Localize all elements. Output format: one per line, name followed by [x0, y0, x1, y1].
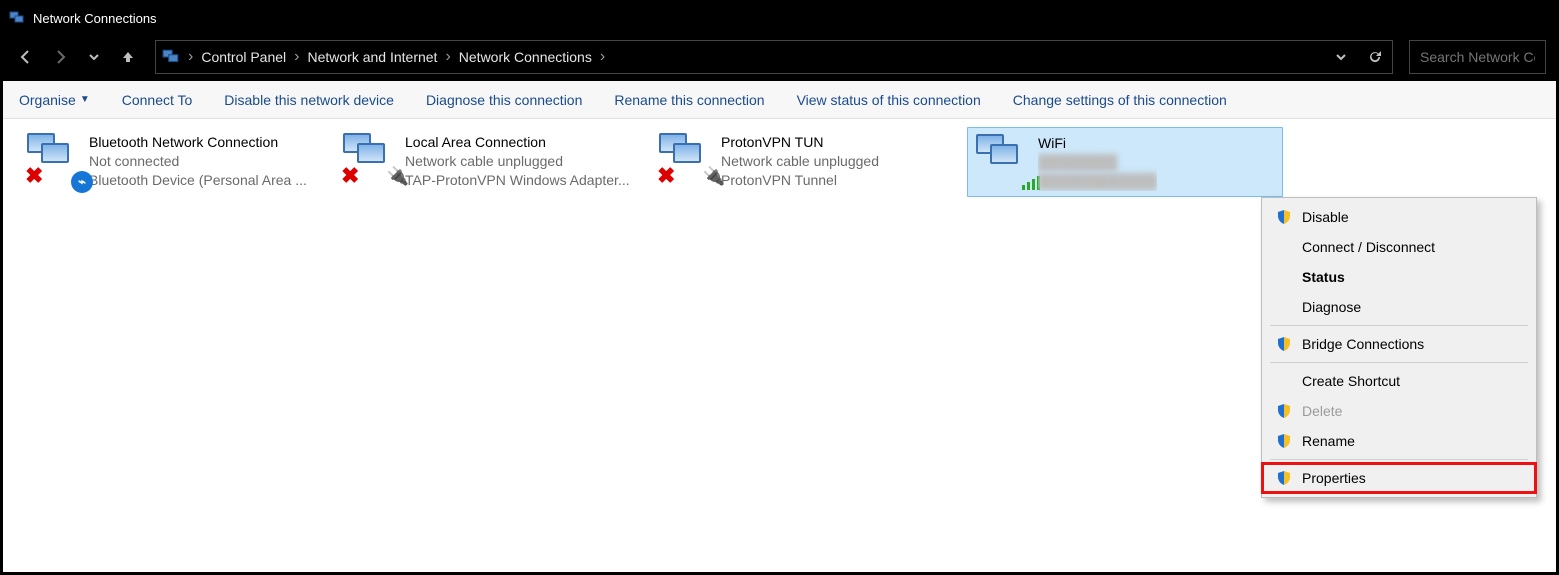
network-icon	[9, 10, 25, 26]
context-menu-separator	[1270, 325, 1528, 326]
navigation-bar: › Control Panel › Network and Internet ›…	[3, 33, 1556, 81]
connection-device: Bluetooth Device (Personal Area ...	[89, 171, 307, 190]
search-box[interactable]	[1409, 40, 1546, 74]
toolbar-disable[interactable]: Disable this network device	[224, 92, 394, 108]
context-menu: Disable Connect / Disconnect Status Diagnos…	[1261, 197, 1537, 498]
location-icon	[156, 48, 186, 66]
refresh-button[interactable]	[1358, 41, 1392, 73]
connection-item[interactable]: ✖ 🔌 ProtonVPN TUN Network cable unplugge…	[651, 127, 967, 197]
chevron-right-icon[interactable]: ›	[186, 48, 195, 66]
connection-status: Not connected	[89, 152, 307, 171]
context-menu-bridge-connections[interactable]: Bridge Connections	[1262, 329, 1536, 359]
caret-down-icon: ▼	[80, 94, 90, 105]
x-icon: ✖	[341, 163, 359, 189]
forward-button[interactable]	[47, 44, 73, 70]
connection-status: Network cable unplugged	[721, 152, 879, 171]
chevron-right-icon[interactable]: ›	[443, 48, 452, 66]
x-icon: ✖	[657, 163, 675, 189]
connection-device: ████████████	[1038, 172, 1157, 191]
context-menu-label: Create Shortcut	[1302, 373, 1400, 389]
chevron-right-icon[interactable]: ›	[598, 48, 607, 66]
context-menu-disable[interactable]: Disable	[1262, 202, 1536, 232]
context-menu-connect-disconnect[interactable]: Connect / Disconnect	[1262, 232, 1536, 262]
context-menu-label: Disable	[1302, 209, 1349, 225]
organise-label: Organise	[19, 92, 76, 108]
context-menu-delete: Delete	[1262, 396, 1536, 426]
history-dropdown[interactable]	[81, 44, 107, 70]
connection-name: Bluetooth Network Connection	[89, 133, 307, 152]
context-menu-label: Diagnose	[1302, 299, 1361, 315]
context-menu-label: Connect / Disconnect	[1302, 239, 1435, 255]
connection-name: ProtonVPN TUN	[721, 133, 879, 152]
context-menu-create-shortcut[interactable]: Create Shortcut	[1262, 366, 1536, 396]
connection-item[interactable]: ✖ ⌁ Bluetooth Network Connection Not con…	[19, 127, 335, 197]
shield-icon	[1276, 470, 1292, 486]
context-menu-separator	[1270, 362, 1528, 363]
connection-icon	[976, 134, 1032, 184]
toolbar-change-settings[interactable]: Change settings of this connection	[1013, 92, 1227, 108]
connection-icon: ✖ 🔌	[659, 133, 715, 183]
connection-status: ████████	[1038, 153, 1157, 172]
address-dropdown[interactable]	[1324, 41, 1358, 73]
shield-icon	[1276, 433, 1292, 449]
toolbar-connect-to[interactable]: Connect To	[122, 92, 193, 108]
context-menu-rename[interactable]: Rename	[1262, 426, 1536, 456]
up-button[interactable]	[115, 44, 141, 70]
x-icon: ✖	[25, 163, 43, 189]
connection-device: ProtonVPN Tunnel	[721, 171, 879, 190]
connection-icon: ✖ 🔌	[343, 133, 399, 183]
plug-icon: 🔌	[703, 166, 725, 187]
window-title: Network Connections	[33, 11, 157, 26]
command-bar: Organise ▼ Connect To Disable this netwo…	[3, 81, 1556, 119]
address-bar[interactable]: › Control Panel › Network and Internet ›…	[155, 40, 1393, 74]
toolbar-rename[interactable]: Rename this connection	[614, 92, 764, 108]
connection-item[interactable]: ✖ 🔌 Local Area Connection Network cable …	[335, 127, 651, 197]
context-menu-separator	[1270, 459, 1528, 460]
context-menu-label: Rename	[1302, 433, 1355, 449]
toolbar-diagnose[interactable]: Diagnose this connection	[426, 92, 582, 108]
bluetooth-icon: ⌁	[71, 171, 93, 193]
organise-menu[interactable]: Organise ▼	[19, 92, 90, 108]
context-menu-label: Properties	[1302, 470, 1366, 486]
connection-device: TAP-ProtonVPN Windows Adapter...	[405, 171, 630, 190]
breadcrumb-item[interactable]: Network and Internet	[301, 49, 443, 65]
connection-status: Network cable unplugged	[405, 152, 630, 171]
back-button[interactable]	[13, 44, 39, 70]
titlebar: Network Connections	[3, 3, 1556, 33]
connection-item-selected[interactable]: WiFi ████████ ████████████	[967, 127, 1283, 197]
plug-icon: 🔌	[387, 166, 409, 187]
context-menu-label: Bridge Connections	[1302, 336, 1424, 352]
shield-icon	[1276, 403, 1292, 419]
content-area: ✖ ⌁ Bluetooth Network Connection Not con…	[3, 119, 1556, 572]
breadcrumb-item[interactable]: Network Connections	[453, 49, 598, 65]
shield-icon	[1276, 209, 1292, 225]
toolbar-view-status[interactable]: View status of this connection	[797, 92, 981, 108]
search-input[interactable]	[1420, 49, 1535, 65]
shield-icon	[1276, 336, 1292, 352]
breadcrumb-item[interactable]: Control Panel	[195, 49, 292, 65]
connection-name: WiFi	[1038, 134, 1157, 153]
context-menu-label: Status	[1302, 269, 1345, 285]
context-menu-status[interactable]: Status	[1262, 262, 1536, 292]
connection-name: Local Area Connection	[405, 133, 630, 152]
context-menu-properties[interactable]: Properties	[1262, 463, 1536, 493]
chevron-right-icon[interactable]: ›	[292, 48, 301, 66]
context-menu-label: Delete	[1302, 403, 1342, 419]
context-menu-diagnose[interactable]: Diagnose	[1262, 292, 1536, 322]
connection-icon: ✖ ⌁	[27, 133, 83, 183]
